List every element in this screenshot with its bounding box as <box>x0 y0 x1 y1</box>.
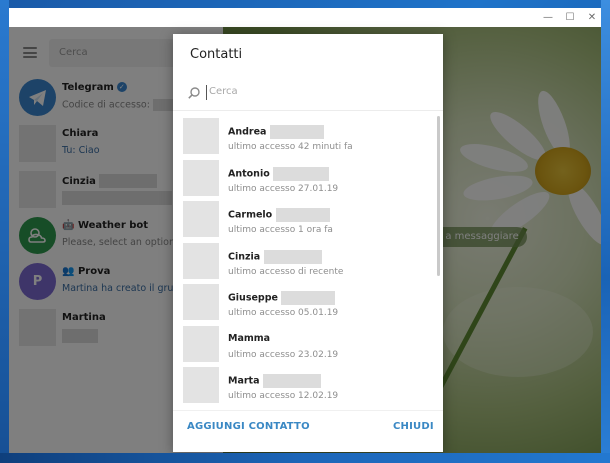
minimize-button[interactable]: — <box>539 10 557 25</box>
wallpaper-left-edge <box>0 0 9 463</box>
contact-status: ultimo accesso 12.02.19 <box>228 391 339 401</box>
redaction-block <box>273 166 330 181</box>
divider <box>173 110 443 111</box>
contact-status: ultimo accesso di recente <box>228 266 344 277</box>
contact-status: ultimo accesso 05.01.19 <box>228 308 339 318</box>
contact-item[interactable]: Cinzia ultimo accesso di recente <box>173 241 443 282</box>
contact-status: ultimo accesso 42 minuti fa <box>228 142 353 152</box>
redaction-block <box>269 125 324 139</box>
close-dialog-button[interactable]: CHIUDI <box>393 421 434 432</box>
contact-name: Marta <box>228 375 260 387</box>
maximize-button[interactable]: ☐ <box>561 10 579 25</box>
contact-name: Antonio <box>228 168 270 179</box>
contact-item[interactable]: Mamma ultimo accesso 23.02.19 <box>173 324 443 365</box>
contact-status: ultimo accesso 27.01.19 <box>228 183 339 194</box>
contact-item[interactable]: Giuseppe ultimo accesso 05.01.19 <box>173 282 443 323</box>
contacts-dialog: Contatti Cerca Andrea ultimo accesso 42 … <box>173 34 443 452</box>
contact-avatar <box>183 159 219 196</box>
contact-status: ultimo accesso 23.02.19 <box>228 349 339 360</box>
contact-item[interactable]: Andrea ultimo accesso 42 minuti fa <box>173 116 443 157</box>
redaction-block <box>275 208 330 222</box>
contact-item[interactable]: Carmelo ultimo accesso 1 ora fa <box>173 199 443 240</box>
contacts-list: Andrea ultimo accesso 42 minuti fa Anton… <box>173 116 443 406</box>
wallpaper-right-edge <box>601 0 610 463</box>
telegram-window: — ☐ ✕ Cerca Telegram✓ Codice di accesso:… <box>9 8 601 453</box>
contact-name: Giuseppe <box>228 292 278 304</box>
contact-avatar <box>183 118 219 154</box>
contact-avatar <box>183 284 219 320</box>
contacts-scrollbar[interactable] <box>437 116 440 276</box>
contact-name: Carmelo <box>228 209 273 221</box>
contact-item[interactable]: Antonio ultimo accesso 27.01.19 <box>173 158 443 199</box>
contact-avatar <box>183 367 219 403</box>
divider <box>173 410 443 411</box>
contact-status: ultimo accesso 1 ora fa <box>228 225 333 235</box>
redaction-block <box>281 291 336 305</box>
contact-search-input[interactable]: Cerca <box>209 86 238 97</box>
contact-avatar <box>183 325 219 362</box>
close-window-button[interactable]: ✕ <box>583 10 601 25</box>
wallpaper-bottom-edge <box>0 453 610 463</box>
add-contact-button[interactable]: AGGIUNGI CONTATTO <box>187 421 310 432</box>
text-cursor <box>206 85 207 100</box>
search-icon <box>188 87 200 99</box>
contact-avatar <box>183 242 219 279</box>
contact-name: Mamma <box>228 332 271 344</box>
contact-name: Cinzia <box>228 251 261 262</box>
contact-item[interactable]: Marta ultimo accesso 12.02.19 <box>173 365 443 406</box>
dialog-title: Contatti <box>190 47 243 62</box>
redaction-block <box>262 374 321 388</box>
contact-avatar <box>183 201 219 237</box>
contact-name: Andrea <box>228 126 267 138</box>
redaction-block <box>263 249 322 264</box>
title-bar: — ☐ ✕ <box>9 8 601 27</box>
